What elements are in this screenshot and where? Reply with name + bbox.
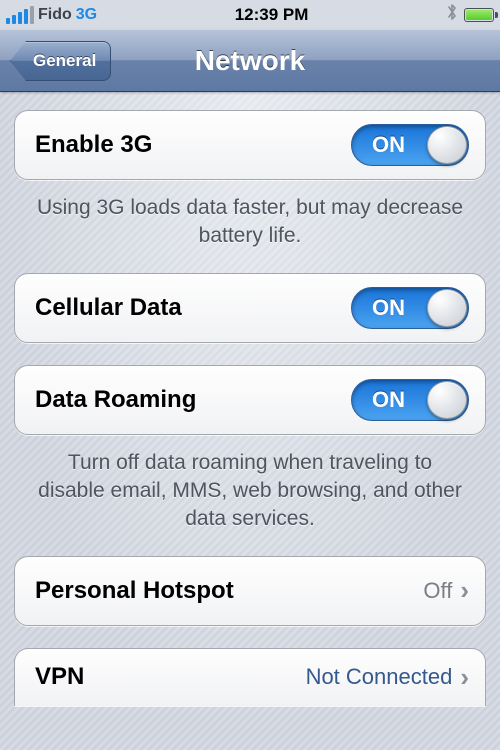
row-personal-hotspot[interactable]: Personal Hotspot Off ›: [14, 556, 486, 626]
toggle-knob-icon: [427, 126, 467, 164]
row-label: Personal Hotspot: [35, 577, 234, 605]
row-vpn[interactable]: VPN Not Connected ›: [14, 648, 486, 706]
row-enable-3g[interactable]: Enable 3G ON: [14, 110, 486, 180]
note-data-roaming: Turn off data roaming when traveling to …: [14, 435, 486, 556]
toggle-data-roaming[interactable]: ON: [351, 379, 469, 421]
chevron-right-icon: ›: [460, 575, 469, 606]
bluetooth-icon: [446, 3, 458, 26]
toggle-enable-3g[interactable]: ON: [351, 124, 469, 166]
nav-bar: General Network: [0, 30, 500, 92]
toggle-on-label: ON: [372, 132, 405, 158]
row-value: Off: [423, 578, 452, 604]
status-left: Fido 3G: [6, 6, 97, 24]
row-cellular-data[interactable]: Cellular Data ON: [14, 273, 486, 343]
row-label: Data Roaming: [35, 386, 196, 414]
row-data-roaming[interactable]: Data Roaming ON: [14, 365, 486, 435]
status-bar: Fido 3G 12:39 PM: [0, 0, 500, 30]
network-type-label: 3G: [76, 6, 97, 24]
toggle-knob-icon: [427, 289, 467, 327]
row-label: Enable 3G: [35, 131, 152, 159]
signal-strength-icon: [6, 6, 34, 24]
page-title: Network: [195, 45, 305, 77]
toggle-on-label: ON: [372, 295, 405, 321]
carrier-label: Fido: [38, 6, 72, 24]
battery-icon: [464, 8, 494, 22]
note-enable-3g: Using 3G loads data faster, but may decr…: [14, 180, 486, 273]
chevron-right-icon: ›: [460, 662, 469, 693]
toggle-on-label: ON: [372, 387, 405, 413]
toggle-knob-icon: [427, 381, 467, 419]
back-button-label: General: [33, 51, 96, 71]
status-right: [446, 4, 494, 27]
settings-content: Enable 3G ON Using 3G loads data faster,…: [0, 92, 500, 750]
toggle-cellular-data[interactable]: ON: [351, 287, 469, 329]
row-label: VPN: [35, 663, 84, 691]
row-value: Not Connected: [306, 664, 453, 690]
row-label: Cellular Data: [35, 294, 182, 322]
status-clock: 12:39 PM: [235, 5, 309, 25]
back-button[interactable]: General: [10, 41, 111, 81]
